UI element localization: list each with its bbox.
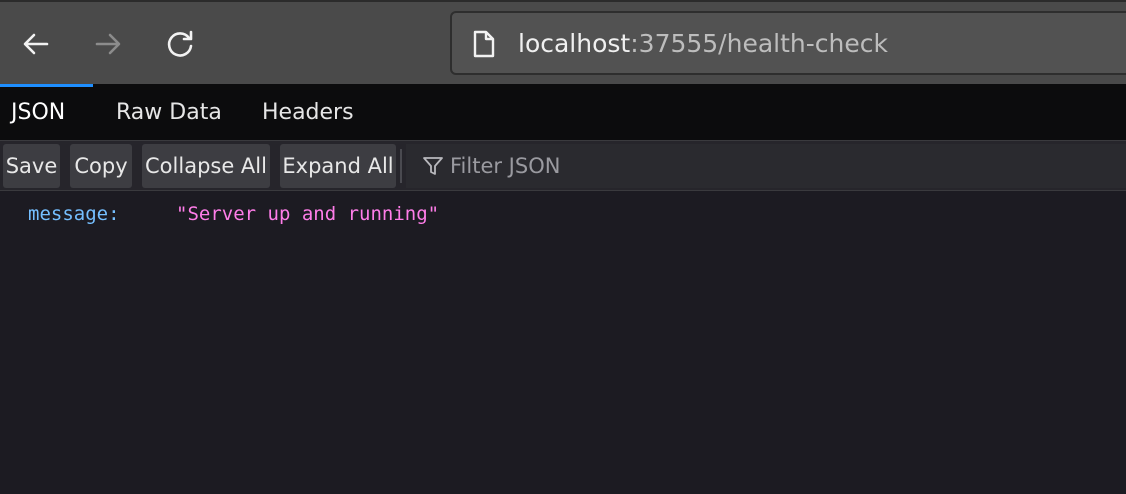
url-text: localhost:37555/health-check (518, 29, 888, 59)
reload-icon (167, 30, 193, 57)
back-button[interactable] (16, 24, 56, 64)
reload-button[interactable] (160, 24, 200, 64)
arrow-right-icon (95, 33, 121, 55)
url-bar[interactable]: localhost:37555/health-check (450, 11, 1126, 75)
url-host: localhost (518, 29, 631, 58)
copy-button[interactable]: Copy (70, 144, 132, 188)
filter-box (406, 144, 1126, 188)
json-value: "Server up and running" (176, 203, 440, 225)
forward-button[interactable] (88, 24, 128, 64)
json-row[interactable]: message: "Server up and running" (28, 201, 439, 227)
filter-json-input[interactable] (450, 144, 1050, 188)
collapse-all-button[interactable]: Collapse All (142, 144, 270, 188)
json-tree: message: "Server up and running" (0, 191, 1126, 494)
browser-toolbar: localhost:37555/health-check (0, 0, 1126, 84)
save-button[interactable]: Save (3, 144, 60, 188)
arrow-left-icon (23, 33, 49, 55)
json-toolbar: Save Copy Collapse All Expand All (0, 141, 1126, 191)
expand-all-button[interactable]: Expand All (280, 144, 396, 188)
tab-headers[interactable]: Headers (262, 84, 354, 140)
viewer-tabs: JSON Raw Data Headers (0, 84, 1126, 141)
tab-raw-data[interactable]: Raw Data (116, 84, 222, 140)
page-icon (473, 30, 495, 58)
filter-icon (423, 157, 443, 175)
json-key: message: (28, 203, 120, 225)
url-path: :37555/health-check (630, 29, 888, 58)
tab-json[interactable]: JSON (11, 84, 65, 140)
toolbar-divider (400, 149, 402, 183)
